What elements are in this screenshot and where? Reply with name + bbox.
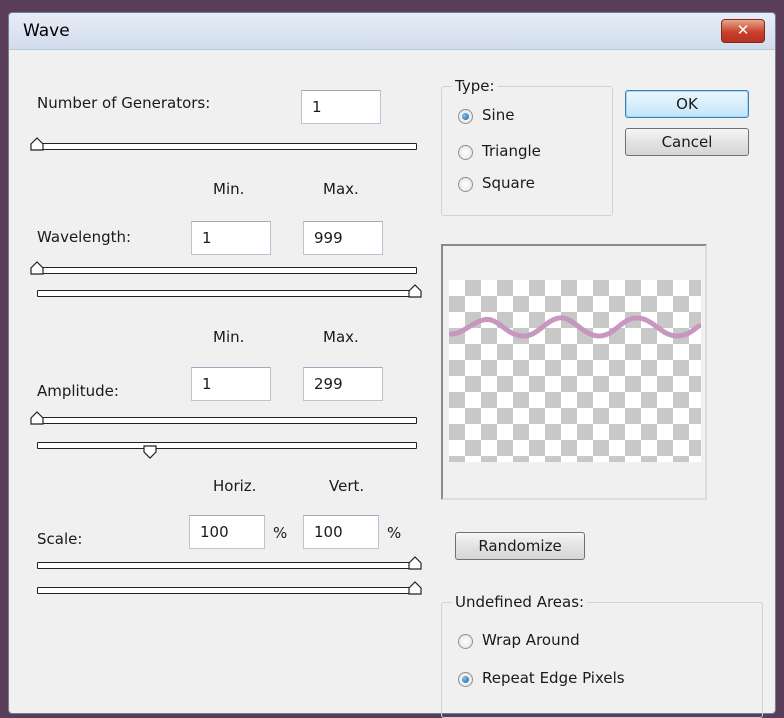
- undefined-areas-legend: Undefined Areas:: [452, 593, 588, 611]
- wavelength-max-slider-track[interactable]: [37, 290, 417, 297]
- wavelength-min-slider-track[interactable]: [37, 267, 417, 274]
- wrap-around-radio[interactable]: [458, 634, 473, 649]
- amplitude-min-slider-thumb[interactable]: [30, 411, 44, 425]
- scale-horiz-slider-track[interactable]: [37, 562, 417, 569]
- square-label[interactable]: Square: [482, 174, 535, 192]
- wave-dialog: Wave ✕ Number of Generators: 1 Min. Max.…: [8, 12, 776, 718]
- transparency-checkerboard: [448, 280, 702, 462]
- repeat-edge-pixels-label[interactable]: Repeat Edge Pixels: [482, 669, 625, 687]
- wavelength-max-field[interactable]: 999: [303, 221, 383, 255]
- wavelength-min-slider-thumb[interactable]: [30, 261, 44, 275]
- wavelength-min-header: Min.: [213, 180, 245, 198]
- triangle-label[interactable]: Triangle: [482, 142, 541, 160]
- wave-preview-curve: [448, 315, 702, 339]
- scale-vert-header: Vert.: [329, 477, 365, 495]
- sine-label[interactable]: Sine: [482, 106, 514, 124]
- undefined-areas-group: Undefined Areas: Wrap Around Repeat Edge…: [441, 593, 763, 718]
- generators-slider-thumb[interactable]: [30, 137, 44, 151]
- wavelength-max-header: Max.: [323, 180, 359, 198]
- sine-radio[interactable]: [458, 109, 473, 124]
- close-icon: ✕: [736, 21, 750, 39]
- wrap-around-label[interactable]: Wrap Around: [482, 631, 580, 649]
- scale-horiz-slider-thumb[interactable]: [408, 556, 422, 570]
- dialog-body: Number of Generators: 1 Min. Max. Wavele…: [9, 50, 775, 718]
- scale-vert-slider-thumb[interactable]: [408, 581, 422, 595]
- wavelength-min-field[interactable]: 1: [191, 221, 271, 255]
- type-legend: Type:: [452, 77, 498, 95]
- repeat-edge-pixels-radio[interactable]: [458, 672, 473, 687]
- amplitude-max-slider-track[interactable]: [37, 442, 417, 449]
- type-group: Type: Sine Triangle Square: [441, 77, 613, 216]
- scale-horiz-unit: %: [273, 524, 288, 542]
- amplitude-min-header: Min.: [213, 328, 245, 346]
- ok-button[interactable]: OK: [625, 90, 749, 118]
- generators-label: Number of Generators:: [37, 94, 211, 112]
- scale-horiz-header: Horiz.: [213, 477, 257, 495]
- close-button[interactable]: ✕: [721, 19, 765, 43]
- scale-vert-slider-track[interactable]: [37, 587, 417, 594]
- wavelength-label: Wavelength:: [37, 228, 132, 246]
- scale-label: Scale:: [37, 530, 83, 548]
- amplitude-min-slider-track[interactable]: [37, 417, 417, 424]
- amplitude-max-field[interactable]: 299: [303, 367, 383, 401]
- triangle-radio[interactable]: [458, 145, 473, 160]
- amplitude-max-header: Max.: [323, 328, 359, 346]
- randomize-button[interactable]: Randomize: [455, 532, 585, 560]
- dialog-title: Wave: [23, 21, 70, 41]
- wave-preview: [441, 244, 707, 500]
- title-bar[interactable]: Wave ✕: [9, 13, 775, 50]
- scale-vert-unit: %: [387, 524, 402, 542]
- generators-field[interactable]: 1: [301, 90, 381, 124]
- scale-vert-field[interactable]: 100: [303, 515, 379, 549]
- amplitude-min-field[interactable]: 1: [191, 367, 271, 401]
- scale-horiz-field[interactable]: 100: [189, 515, 265, 549]
- amplitude-label: Amplitude:: [37, 382, 119, 400]
- square-radio[interactable]: [458, 177, 473, 192]
- wavelength-max-slider-thumb[interactable]: [408, 284, 422, 298]
- cancel-button[interactable]: Cancel: [625, 128, 749, 156]
- amplitude-max-slider-thumb[interactable]: [143, 445, 157, 459]
- generators-slider-track[interactable]: [37, 143, 417, 150]
